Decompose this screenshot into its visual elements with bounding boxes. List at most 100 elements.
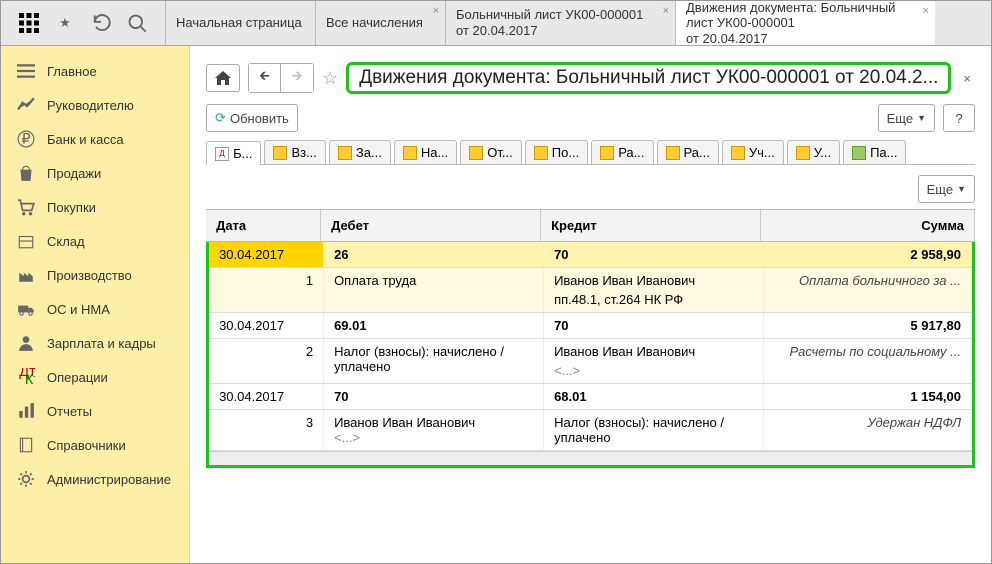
grid-header: Дата Дебет Кредит Сумма: [206, 209, 975, 242]
subtab[interactable]: За...: [329, 140, 391, 164]
sidebar-item[interactable]: Зарплата и кадры: [1, 326, 189, 360]
cell-num: 3: [209, 410, 324, 450]
subtab-label: Ра...: [618, 145, 644, 160]
more-button[interactable]: Еще ▼: [878, 104, 935, 132]
bag-icon: [17, 164, 35, 182]
subtab[interactable]: Д Б...: [206, 141, 261, 165]
back-button[interactable]: 🡰: [249, 64, 281, 92]
table-row-detail[interactable]: 1Оплата трудаИванов Иван Ивановичпп.48.1…: [209, 268, 972, 313]
sidebar-item-label: Склад: [47, 234, 85, 249]
table-icon: [852, 146, 866, 160]
sidebar-item[interactable]: Покупки: [1, 190, 189, 224]
sidebar-item[interactable]: Производство: [1, 258, 189, 292]
subtab[interactable]: Уч...: [722, 140, 784, 164]
table-row[interactable]: 30.04.20177068.011 154,00: [209, 384, 972, 410]
grid[interactable]: 30.04.201726702 958,901Оплата трудаИвано…: [206, 242, 975, 468]
cell-sum: 1 154,00: [764, 384, 972, 409]
truck-icon: [17, 300, 35, 318]
cell-sum-desc: Оплата больничного за ...: [764, 268, 972, 312]
subtab[interactable]: Ра...: [657, 140, 719, 164]
tab-close-icon[interactable]: ×: [433, 5, 439, 17]
cell-sum-desc: Удержан НДФЛ: [764, 410, 972, 450]
refresh-button[interactable]: ⟳ Обновить: [206, 104, 298, 132]
cell-sum: 5 917,80: [764, 313, 972, 338]
table-row-detail[interactable]: 2Налог (взносы): начислено / уплаченоИва…: [209, 339, 972, 384]
sidebar-item-label: Администрирование: [47, 472, 171, 487]
sidebar-item[interactable]: Справочники: [1, 428, 189, 462]
top-tab[interactable]: Больничный лист УК00-000001от 20.04.2017…: [445, 1, 675, 45]
subtab-label: За...: [356, 145, 382, 160]
col-sum-header[interactable]: Сумма: [761, 210, 975, 241]
top-tab[interactable]: Все начисления×: [315, 1, 445, 45]
subtab[interactable]: От...: [460, 140, 521, 164]
table-row-detail[interactable]: 3Иванов Иван Иванович<...>Налог (взносы)…: [209, 410, 972, 451]
cell-date: 30.04.2017: [209, 384, 324, 409]
col-credit-header[interactable]: Кредит: [541, 210, 761, 241]
star-icon[interactable]: ★: [55, 13, 75, 33]
sidebar-item[interactable]: Администрирование: [1, 462, 189, 496]
subtab-label: На...: [421, 145, 448, 160]
col-date-header[interactable]: Дата: [206, 210, 321, 241]
topbar: ★ Начальная страницаВсе начисления×Больн…: [1, 1, 991, 46]
svg-text:₽: ₽: [21, 132, 31, 148]
sidebar-item[interactable]: Главное: [1, 54, 189, 88]
inner-more-button[interactable]: Еще ▼: [918, 175, 975, 203]
dtkt-icon: Д: [215, 147, 229, 161]
help-button[interactable]: ?: [943, 104, 975, 132]
subtab-label: По...: [552, 145, 579, 160]
sidebar-item[interactable]: ₽ Банк и касса: [1, 122, 189, 156]
cell-date: 30.04.2017: [209, 242, 324, 267]
subtab[interactable]: Ра...: [591, 140, 653, 164]
sidebar-item[interactable]: Отчеты: [1, 394, 189, 428]
sidebar-item-label: Продажи: [47, 166, 101, 181]
inner-more-label: Еще: [927, 182, 953, 197]
subtab-label: Б...: [233, 146, 252, 161]
subtab[interactable]: На...: [394, 140, 457, 164]
forward-button[interactable]: 🡲: [281, 64, 313, 92]
subtab-label: Уч...: [749, 145, 775, 160]
cell-debit-acct: 69.01: [324, 313, 544, 338]
sidebar-item[interactable]: ДтКтОперации: [1, 360, 189, 394]
cell-debit-desc: Оплата труда: [324, 268, 544, 312]
cell-debit-desc: Налог (взносы): начислено / уплачено: [324, 339, 544, 383]
subtab-icon: [338, 146, 352, 160]
tab-close-icon[interactable]: ×: [663, 5, 669, 17]
top-tab[interactable]: Движения документа: Больничный лист УК00…: [675, 1, 935, 45]
tab-close-icon[interactable]: ×: [923, 5, 929, 17]
search-icon[interactable]: [127, 13, 147, 33]
sidebar-item[interactable]: Склад: [1, 224, 189, 258]
scrollbar-horizontal[interactable]: [209, 451, 972, 465]
subtab-icon: [469, 146, 483, 160]
subtab[interactable]: Па...: [843, 140, 906, 164]
subtab-label: Па...: [870, 145, 897, 160]
cell-credit-desc: Иванов Иван Иванович<...>: [544, 339, 764, 383]
apps-icon[interactable]: [19, 13, 39, 33]
cell-debit-desc: Иванов Иван Иванович<...>: [324, 410, 544, 450]
home-button[interactable]: [206, 64, 240, 92]
col-debit-header[interactable]: Дебет: [321, 210, 541, 241]
svg-text:Кт: Кт: [25, 372, 35, 386]
cart-icon: [17, 198, 35, 216]
ruble-icon: ₽: [17, 130, 35, 148]
favorite-star-icon[interactable]: ☆: [322, 68, 338, 89]
sidebar-item-label: Банк и касса: [47, 132, 124, 147]
bars-icon: [17, 402, 35, 420]
subtab[interactable]: Вз...: [264, 140, 325, 164]
subtab-icon: [796, 146, 810, 160]
history-icon[interactable]: [91, 13, 111, 33]
table-row[interactable]: 30.04.201726702 958,90: [209, 242, 972, 268]
sidebar-item[interactable]: Руководителю: [1, 88, 189, 122]
sidebar-item[interactable]: ОС и НМА: [1, 292, 189, 326]
cell-num: 1: [209, 268, 324, 312]
chevron-down-icon: ▼: [957, 184, 966, 194]
factory-icon: [17, 266, 35, 284]
table-row[interactable]: 30.04.201769.01705 917,80: [209, 313, 972, 339]
subtab-icon: [403, 146, 417, 160]
top-tab[interactable]: Начальная страница: [165, 1, 315, 45]
close-button[interactable]: ×: [959, 71, 975, 86]
subtab[interactable]: По...: [525, 140, 588, 164]
sidebar-item-label: Операции: [47, 370, 108, 385]
sidebar-item[interactable]: Продажи: [1, 156, 189, 190]
cell-debit-acct: 70: [324, 384, 544, 409]
subtab[interactable]: У...: [787, 140, 840, 164]
